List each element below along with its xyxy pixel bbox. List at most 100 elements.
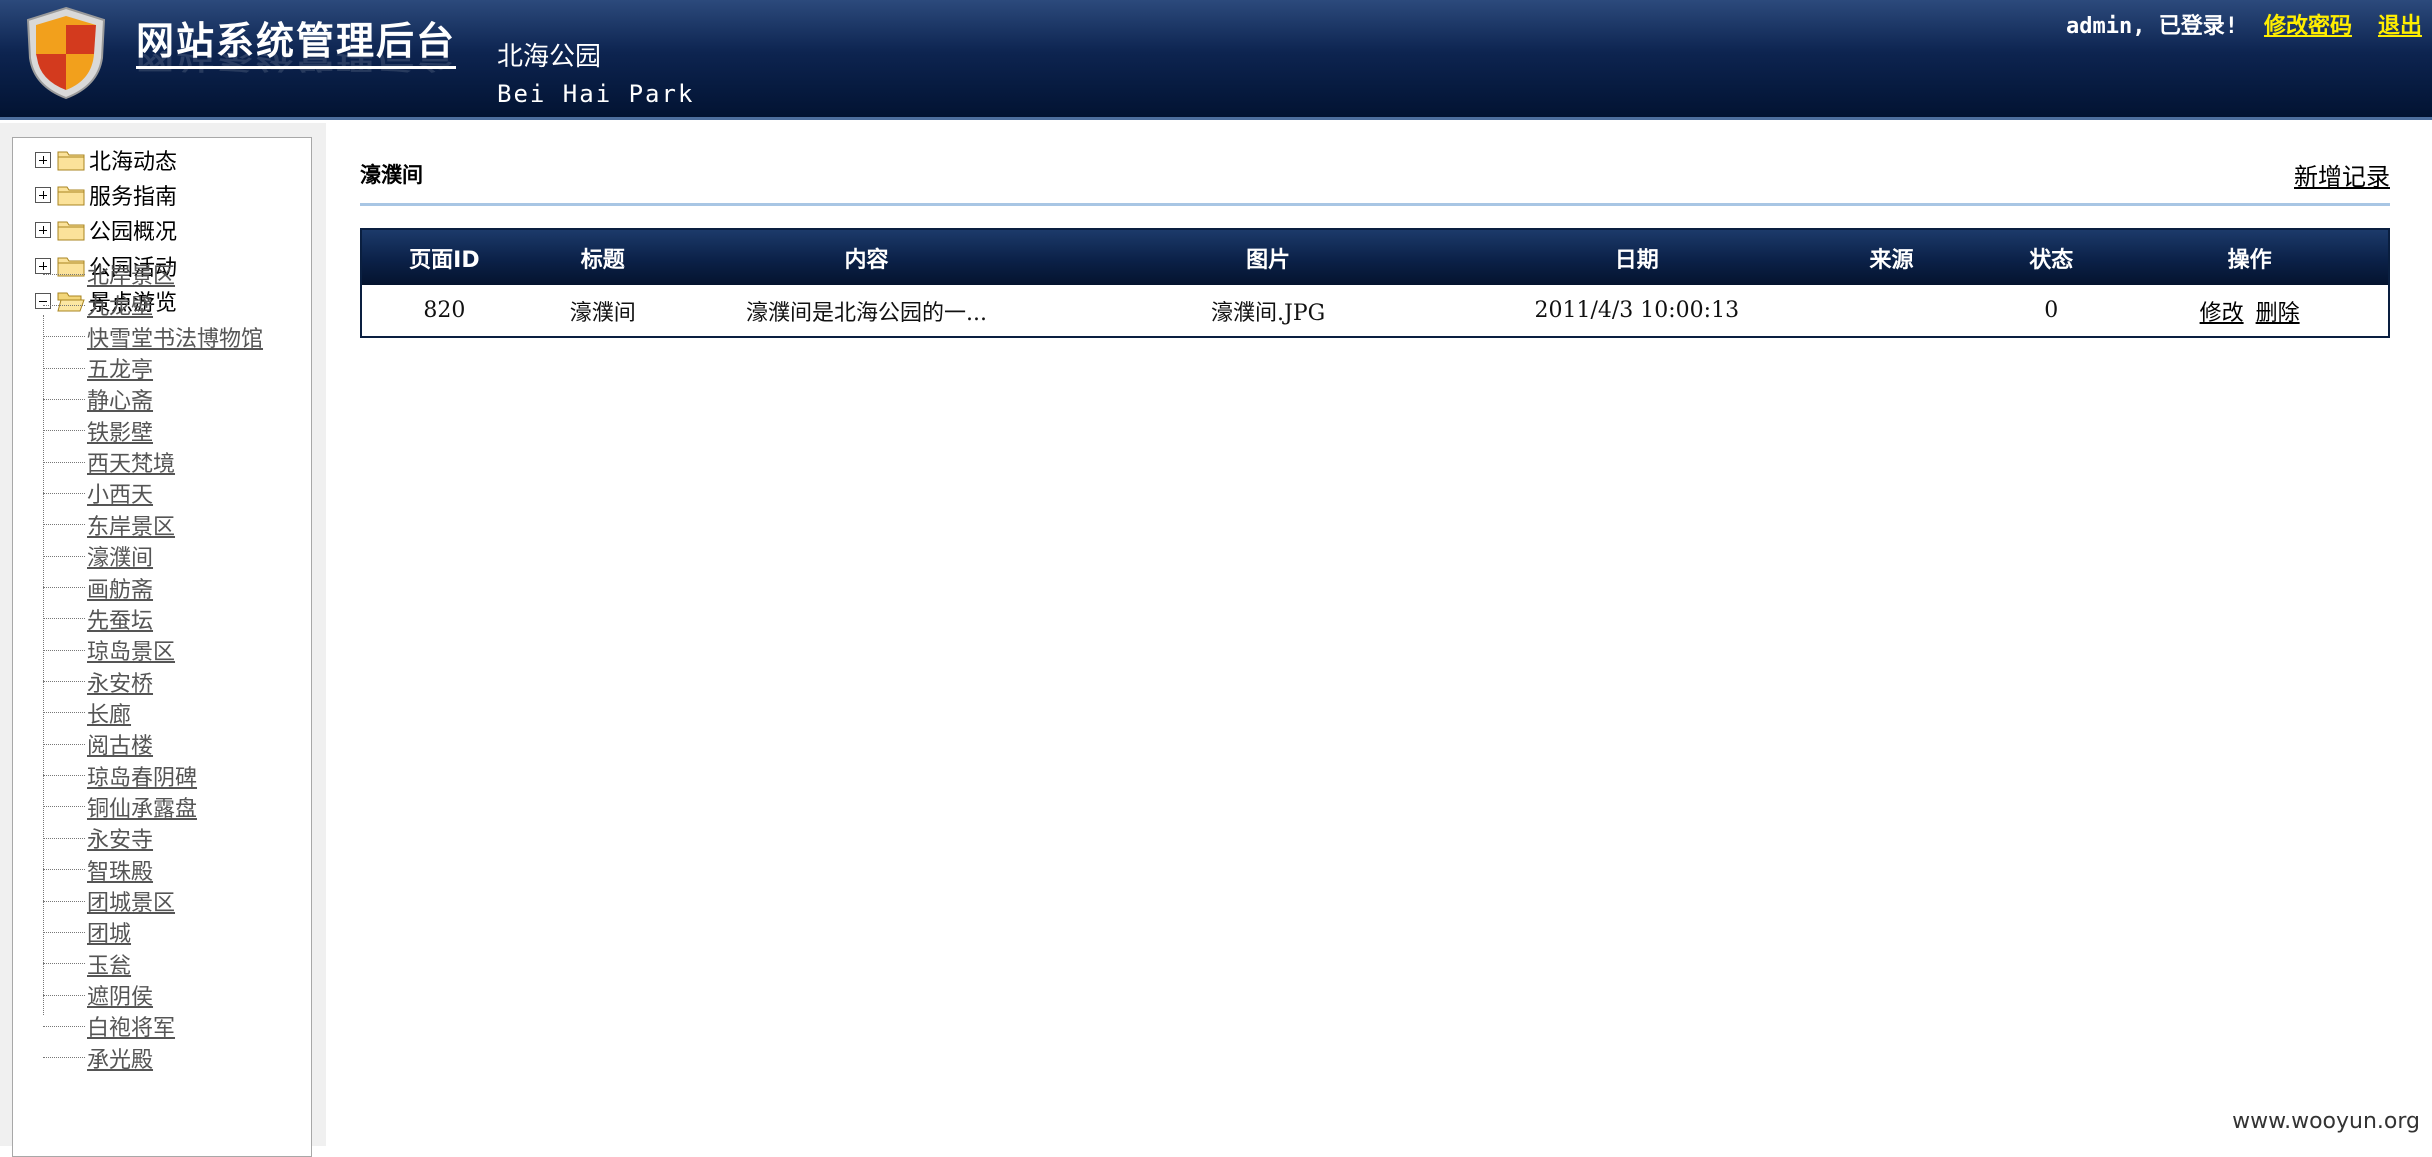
tree-child-link[interactable]: 承光殿 — [87, 1042, 153, 1074]
tree-branch-line — [43, 744, 85, 745]
edit-link[interactable]: 修改 — [2200, 301, 2244, 326]
tree-branch-line — [43, 995, 85, 996]
tree-branch-line — [43, 775, 85, 776]
tree-branch-line — [43, 838, 85, 839]
tree-branch-line — [43, 806, 85, 807]
top-header: 网站系统管理后台 网站系统管理后台 北海公园 Bei Hai Park admi… — [0, 0, 2432, 120]
cell-actions: 修改删除 — [2111, 285, 2389, 337]
tree-node[interactable]: 北海动态 — [35, 146, 177, 174]
cell-source — [1792, 285, 1992, 337]
tree-child-item: 阅古楼 — [43, 730, 153, 758]
tree-child-link[interactable]: 玉瓮 — [87, 948, 131, 980]
tree-child-link[interactable]: 遮阴侯 — [87, 979, 153, 1011]
tree-node-label: 公园概况 — [89, 214, 177, 246]
tree-child-item: 永安寺 — [43, 824, 153, 852]
tree-child-item: 五龙亭 — [43, 354, 153, 382]
tree-branch-line — [43, 650, 85, 651]
title-divider — [360, 203, 2390, 206]
tree-child-item: 智珠殿 — [43, 856, 153, 884]
tree-child-link[interactable]: 白袍将军 — [87, 1010, 175, 1042]
tree-child-item: 先蚕坛 — [43, 605, 153, 633]
tree-branch-line — [43, 399, 85, 400]
page-title: 濠濮间 — [360, 159, 423, 189]
add-record-link[interactable]: 新增记录 — [2294, 157, 2390, 192]
delete-link[interactable]: 删除 — [2256, 301, 2300, 326]
tree-child-item: 玉瓮 — [43, 950, 131, 978]
tree-child-link[interactable]: 永安桥 — [87, 666, 153, 698]
tree-child-item: 濠濮间 — [43, 542, 153, 570]
tree-child-link[interactable]: 静心斋 — [87, 383, 153, 415]
tree-child-link[interactable]: 永安寺 — [87, 822, 153, 854]
user-area: admin, 已登录! 修改密码 退出 — [2066, 16, 2422, 38]
tree-child-item: 静心斋 — [43, 385, 153, 413]
cell-date: 2011/4/3 10:00:13 — [1482, 285, 1792, 337]
logout-link[interactable]: 退出 — [2378, 14, 2422, 39]
tree-child-item: 长廊 — [43, 699, 131, 727]
tree-child-link[interactable]: 团城 — [87, 916, 131, 948]
tree-child-link[interactable]: 快雪堂书法博物馆 — [87, 321, 263, 353]
folder-icon — [57, 219, 85, 241]
col-header-content: 内容 — [679, 229, 1055, 285]
cell-id: 820 — [361, 285, 527, 337]
tree-child-link[interactable]: 九龙壁 — [87, 289, 153, 321]
tree-branch-line — [43, 493, 85, 494]
tree-branch-line — [43, 305, 85, 306]
tree-child-link[interactable]: 西天梵境 — [87, 446, 175, 478]
tree-branch-line — [43, 462, 85, 463]
cell-title: 濠濮间 — [527, 285, 679, 337]
tree-child-link[interactable]: 铜仙承露盘 — [87, 791, 197, 823]
tree-child-item: 九龙壁 — [43, 291, 153, 319]
expand-icon[interactable] — [35, 187, 51, 203]
tree-branch-line — [43, 901, 85, 902]
folder-icon — [57, 184, 85, 206]
change-password-link[interactable]: 修改密码 — [2264, 14, 2352, 39]
tree-child-item: 西天梵境 — [43, 448, 175, 476]
tree-child-link[interactable]: 阅古楼 — [87, 728, 153, 760]
tree-child-item: 白袍将军 — [43, 1012, 175, 1040]
tree-child-item: 画舫斋 — [43, 574, 153, 602]
table-row: 820 濠濮间 濠濮间是北海公园的一... 濠濮间.JPG 2011/4/3 1… — [361, 285, 2389, 337]
tree-branch-line — [43, 932, 85, 933]
tree-child-item: 北岸景区 — [43, 260, 175, 288]
main-content: 濠濮间 新增记录 页面ID 标题 内容 图片 日期 来源 状态 操作 820 濠… — [326, 123, 2432, 1146]
tree-branch-line — [43, 869, 85, 870]
tree-child-link[interactable]: 琼岛春阴碑 — [87, 760, 197, 792]
tree-child-link[interactable]: 长廊 — [87, 697, 131, 729]
tree-branch-line — [43, 618, 85, 619]
tree-child-link[interactable]: 先蚕坛 — [87, 603, 153, 635]
tree-child-item: 琼岛春阴碑 — [43, 762, 197, 790]
tree-node[interactable]: 服务指南 — [35, 181, 177, 209]
tree-branch-line — [43, 712, 85, 713]
table-header-row: 页面ID 标题 内容 图片 日期 来源 状态 操作 — [361, 229, 2389, 285]
col-header-title: 标题 — [527, 229, 679, 285]
site-title-reflection: 网站系统管理后台 — [136, 49, 456, 72]
col-header-image: 图片 — [1054, 229, 1481, 285]
tree-branch-line — [43, 336, 85, 337]
tree-child-link[interactable]: 画舫斋 — [87, 572, 153, 604]
tree-branch-line — [43, 681, 85, 682]
tree-child-item: 铁影壁 — [43, 417, 153, 445]
tree-child-link[interactable]: 北岸景区 — [87, 258, 175, 290]
tree-branch-line — [43, 556, 85, 557]
tree-child-item: 小西天 — [43, 479, 153, 507]
tree-branch-line — [43, 274, 85, 275]
tree-node-label: 服务指南 — [89, 179, 177, 211]
login-status: admin, 已登录! — [2066, 14, 2238, 39]
folder-icon — [57, 149, 85, 171]
tree-child-link[interactable]: 东岸景区 — [87, 509, 175, 541]
tree-child-item: 东岸景区 — [43, 511, 175, 539]
tree-child-link[interactable]: 琼岛景区 — [87, 634, 175, 666]
tree-child-link[interactable]: 小西天 — [87, 477, 153, 509]
tree-child-item: 快雪堂书法博物馆 — [43, 323, 263, 351]
tree-child-item: 团城 — [43, 918, 131, 946]
tree-child-link[interactable]: 五龙亭 — [87, 352, 153, 384]
tree-child-link[interactable]: 团城景区 — [87, 885, 175, 917]
tree-child-link[interactable]: 濠濮间 — [87, 540, 153, 572]
expand-icon[interactable] — [35, 152, 51, 168]
col-header-date: 日期 — [1482, 229, 1792, 285]
expand-icon[interactable] — [35, 222, 51, 238]
tree-branch-line — [43, 1057, 85, 1058]
tree-node[interactable]: 公园概况 — [35, 216, 177, 244]
tree-child-link[interactable]: 智珠殿 — [87, 854, 153, 886]
tree-child-link[interactable]: 铁影壁 — [87, 415, 153, 447]
